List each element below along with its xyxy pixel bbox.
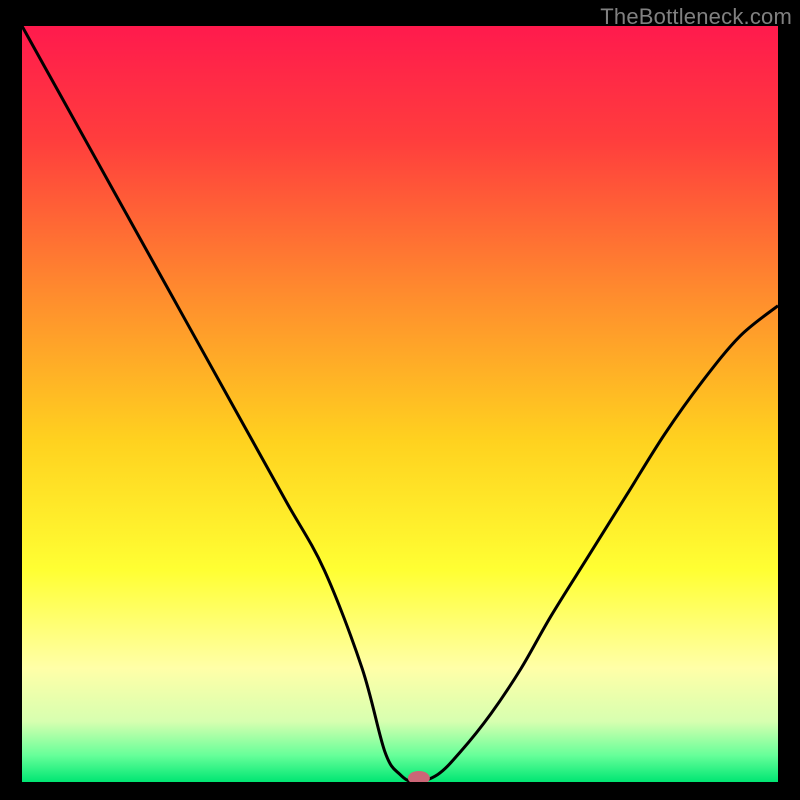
chart-frame <box>22 26 778 782</box>
gradient-background <box>22 26 778 782</box>
watermark-text: TheBottleneck.com <box>600 4 792 30</box>
bottleneck-chart <box>22 26 778 782</box>
